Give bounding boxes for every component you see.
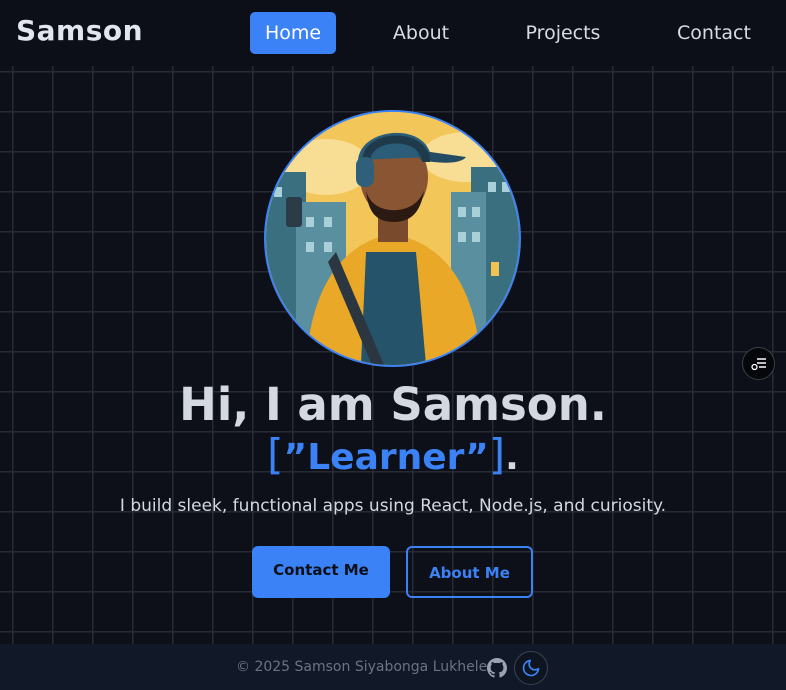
nav-contact[interactable]: Contact bbox=[664, 12, 764, 54]
nav-projects[interactable]: Projects bbox=[512, 12, 614, 54]
menu-settings-icon[interactable] bbox=[742, 347, 775, 380]
brand-logo[interactable]: Samson bbox=[16, 14, 143, 47]
role-period: . bbox=[505, 437, 519, 478]
role-open-bracket: [ bbox=[267, 430, 284, 479]
nav-about[interactable]: About bbox=[380, 12, 462, 54]
moon-icon[interactable] bbox=[514, 651, 548, 685]
about-me-button[interactable]: About Me bbox=[406, 546, 533, 598]
site-footer: © 2025 Samson Siyabonga Lukhele bbox=[0, 644, 786, 690]
role-close-quote: ” bbox=[465, 437, 489, 478]
hero-role: Learner bbox=[307, 437, 466, 478]
nav-home[interactable]: Home bbox=[250, 12, 336, 54]
role-close-bracket: ] bbox=[488, 430, 506, 479]
github-icon[interactable] bbox=[487, 658, 507, 678]
role-open-quote: ” bbox=[283, 437, 308, 478]
contact-me-button[interactable]: Contact Me bbox=[252, 546, 390, 598]
site-header: Samson Home About Projects Contact bbox=[0, 0, 786, 66]
profile-avatar bbox=[264, 110, 521, 367]
hero-headline: Hi, I am Samson. bbox=[179, 378, 607, 431]
hero-role-line: [”Learner”]. bbox=[0, 430, 786, 479]
hero-tagline: I build sleek, functional apps using Rea… bbox=[119, 496, 667, 516]
copyright-text: © 2025 Samson Siyabonga Lukhele bbox=[236, 659, 488, 675]
